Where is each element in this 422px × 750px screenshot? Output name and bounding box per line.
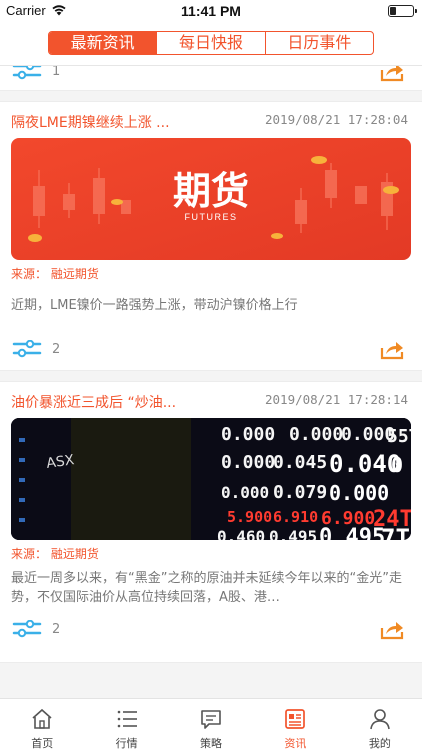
ticker-value: 0.000 <box>221 452 275 473</box>
profile-icon <box>370 709 390 730</box>
ticker-value: 0.495 <box>319 525 385 540</box>
chat-icon <box>201 710 221 729</box>
article-thumbnail[interactable]: ASX 0.0000.0000.00055T0.0000.0450.04000.… <box>11 418 411 540</box>
tab-label: 资讯 <box>284 737 307 750</box>
news-icon <box>285 709 306 729</box>
article-source: 来源： 融远期货 <box>11 267 99 281</box>
comment-count: 1 <box>52 66 61 79</box>
comment-count: 2 <box>52 342 61 357</box>
tab-label: 策略 <box>200 737 223 750</box>
article-meta: 2 <box>0 340 422 370</box>
ticker-value: 0.079 <box>273 482 327 503</box>
card-separator <box>0 662 422 698</box>
ticker-value: 0.000 <box>221 483 269 502</box>
article-summary[interactable]: 最近一周多以来，有“黑金”之称的原油并未延续今年以来的“金光”走势，不仅国际油价… <box>11 569 411 607</box>
tab-profile[interactable]: 我的 <box>338 699 422 750</box>
tab-label: 我的 <box>368 737 391 750</box>
ticker-value: 0 <box>391 453 403 477</box>
segment-calendar-events[interactable]: 日历事件 <box>266 32 373 54</box>
list-icon <box>117 710 137 728</box>
ticker-value: 0.460 <box>217 527 265 540</box>
ticker-value: 0.495 <box>269 527 317 540</box>
segment-control: 最新资讯 每日快报 日历事件 <box>48 31 374 55</box>
news-feed[interactable]: 1 隔夜LME期镍继续上涨 ... 2019/08/21 17:28:04 期货… <box>0 66 422 698</box>
clock: 11:41 PM <box>181 3 241 19</box>
battery-icon <box>388 5 417 17</box>
ticker-value: 7T <box>381 524 410 540</box>
tab-strategy[interactable]: 策略 <box>169 699 253 750</box>
comment-count: 2 <box>52 622 61 637</box>
article-date: 2019/08/21 17:28:14 <box>265 392 408 407</box>
partial-card-meta: 1 <box>0 66 422 92</box>
tab-bar: 首页 行情 策略 资讯 我的 <box>0 698 422 750</box>
ticker-value: 0.000 <box>289 424 343 445</box>
article-date: 2019/08/21 17:28:04 <box>265 112 408 127</box>
segment-latest-news[interactable]: 最新资讯 <box>49 32 158 54</box>
filter-icon[interactable] <box>12 620 42 638</box>
article-thumbnail[interactable]: 期货 FUTURES <box>11 138 411 260</box>
ticker-value: 0.045 <box>273 452 327 473</box>
nav-bar: 最新资讯 每日快报 日历事件 <box>0 22 422 66</box>
stock-ticker-graphic: ASX 0.0000.0000.00055T0.0000.0450.04000.… <box>11 418 411 540</box>
banner-subtitle: FUTURES <box>185 212 238 222</box>
article-source: 来源： 融远期货 <box>11 547 99 561</box>
card-separator <box>0 370 422 382</box>
card-separator <box>0 90 422 102</box>
home-icon <box>32 708 52 729</box>
share-icon[interactable] <box>380 340 404 360</box>
ticker-value: 55T <box>387 426 411 447</box>
status-bar: Carrier 11:41 PM <box>0 0 422 22</box>
tab-market[interactable]: 行情 <box>84 699 168 750</box>
ticker-value: 0.000 <box>221 424 275 445</box>
ticker-value: 6.910 <box>273 508 318 526</box>
filter-icon[interactable] <box>12 340 42 358</box>
ticker-value: 5.900 <box>227 508 272 526</box>
ticker-value: 0.000 <box>329 481 389 505</box>
article-meta: 2 <box>0 620 422 650</box>
filter-icon[interactable] <box>12 66 42 80</box>
share-icon[interactable] <box>380 620 404 640</box>
banner-title: 期货 <box>173 169 249 213</box>
segment-daily-brief[interactable]: 每日快报 <box>157 32 266 54</box>
tab-label: 首页 <box>31 737 54 750</box>
article-summary[interactable]: 近期，LME镍价一路强势上涨，带动沪镍价格上行 <box>11 296 411 315</box>
battery-level <box>390 7 396 15</box>
tab-label: 行情 <box>115 737 138 750</box>
article-title[interactable]: 油价暴涨近三成后 “炒油... <box>11 392 176 412</box>
article-title[interactable]: 隔夜LME期镍继续上涨 ... <box>11 112 170 132</box>
share-icon[interactable] <box>380 66 404 82</box>
futures-banner-graphic: 期货 FUTURES <box>11 138 411 260</box>
tab-home[interactable]: 首页 <box>0 699 84 750</box>
tab-news[interactable]: 资讯 <box>253 699 337 750</box>
